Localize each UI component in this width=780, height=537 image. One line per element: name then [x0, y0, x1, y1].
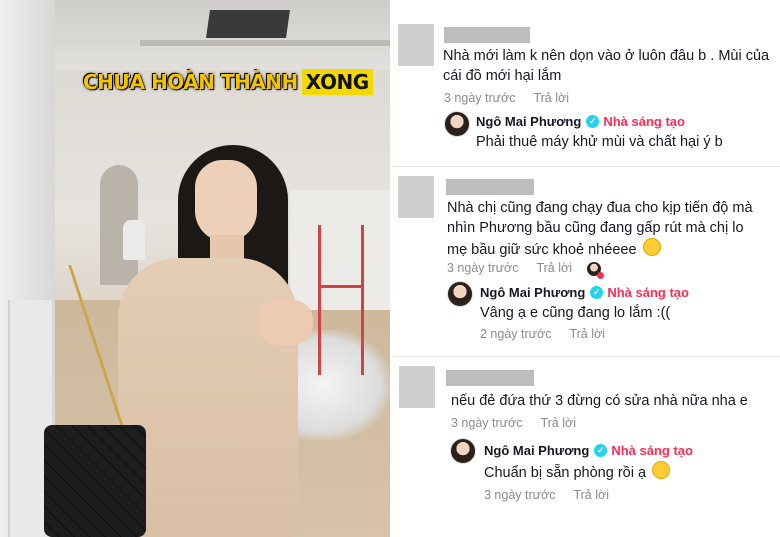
reply-meta: 2 ngày trước Trả lời [480, 327, 623, 341]
comment-time: 3 ngày trước [451, 416, 523, 430]
caption-highlight: XONG [301, 69, 373, 95]
comment-text: Nhà mới làm k nên dọn vào ở luôn đâu b .… [443, 48, 770, 84]
comment-avatar-redacted[interactable] [398, 24, 434, 66]
handbag [44, 425, 146, 537]
comment-text: Nhà chị cũng đang chạy đua cho kịp tiến … [447, 198, 762, 260]
reply-author-name: Ngô Mai Phương [476, 114, 582, 129]
reply-author-name: Ngô Mai Phương [484, 443, 590, 458]
reply-text: Vâng ạ e cũng đang lo lắm :(( [480, 305, 671, 321]
comment-username-redacted[interactable] [444, 27, 530, 43]
raised-hand [258, 300, 313, 345]
creator-liked-icon [587, 262, 604, 279]
reply-button[interactable]: Trả lời [540, 416, 576, 430]
worker-figure [123, 220, 145, 260]
reply-button[interactable]: Trả lời [569, 327, 605, 341]
tears-of-joy-emoji-icon [652, 461, 671, 479]
video-frame[interactable]: CHƯA HOÀN THÀNH XONG [0, 0, 390, 537]
reply-text: Phải thuê máy khử mùi và chất hại ý b [476, 134, 723, 150]
face [195, 160, 257, 242]
verified-icon: ✓ [590, 286, 604, 299]
reply-avatar[interactable] [444, 111, 470, 137]
comment-avatar-redacted[interactable] [398, 176, 434, 218]
creator-badge: Nhà sáng tạo [611, 443, 693, 458]
ceiling [0, 0, 390, 70]
reply-avatar[interactable] [447, 281, 473, 307]
comment-username-redacted[interactable] [446, 370, 534, 386]
comment-time: 3 ngày trước [444, 91, 516, 105]
comment-text: nếu đẻ đứa thứ 3 đừng có sửa nhà nữa nha… [451, 393, 748, 409]
reply-button[interactable]: Trả lời [533, 91, 569, 105]
reply-button[interactable]: Trả lời [573, 488, 609, 502]
reply-avatar[interactable] [450, 438, 476, 464]
comment-username-redacted[interactable] [446, 179, 534, 195]
reply-author[interactable]: Ngô Mai Phương ✓ Nhà sáng tạo [476, 114, 685, 129]
verified-icon: ✓ [594, 444, 608, 457]
caption-text: CHƯA HOÀN THÀNH [83, 70, 298, 94]
divider [392, 166, 780, 167]
comment-meta: 3 ngày trước Trả lời [444, 91, 587, 105]
sweat-smile-emoji-icon [642, 238, 661, 256]
reply-meta: 3 ngày trước Trả lời [484, 488, 627, 502]
reply-author[interactable]: Ngô Mai Phương ✓ Nhà sáng tạo [480, 285, 689, 300]
reply-text: Chuẩn bị sẵn phòng rồi ạ [484, 461, 764, 483]
creator-badge: Nhà sáng tạo [603, 114, 685, 129]
reply-author[interactable]: Ngô Mai Phương ✓ Nhà sáng tạo [484, 443, 693, 458]
reply-button[interactable]: Trả lời [536, 261, 572, 275]
ceiling-beam [140, 40, 390, 46]
reply-author-name: Ngô Mai Phương [480, 285, 586, 300]
comment-avatar-redacted[interactable] [399, 366, 435, 408]
reply-time: 3 ngày trước [484, 488, 556, 502]
comment-time: 3 ngày trước [447, 261, 519, 275]
verified-icon: ✓ [586, 115, 600, 128]
ceiling-opening [206, 10, 290, 38]
comment-meta: 3 ngày trước Trả lời [451, 416, 594, 430]
scaffold [318, 225, 364, 375]
comment-meta: 3 ngày trước Trả lời [447, 261, 590, 275]
video-caption: CHƯA HOÀN THÀNH XONG [83, 65, 373, 99]
reply-time: 2 ngày trước [480, 327, 552, 341]
comment-text-content: Nhà chị cũng đang chạy đua cho kịp tiến … [447, 200, 753, 258]
reply-text-content: Chuẩn bị sẵn phòng rồi ạ [484, 465, 647, 481]
creator-badge: Nhà sáng tạo [607, 285, 689, 300]
divider [392, 356, 780, 357]
